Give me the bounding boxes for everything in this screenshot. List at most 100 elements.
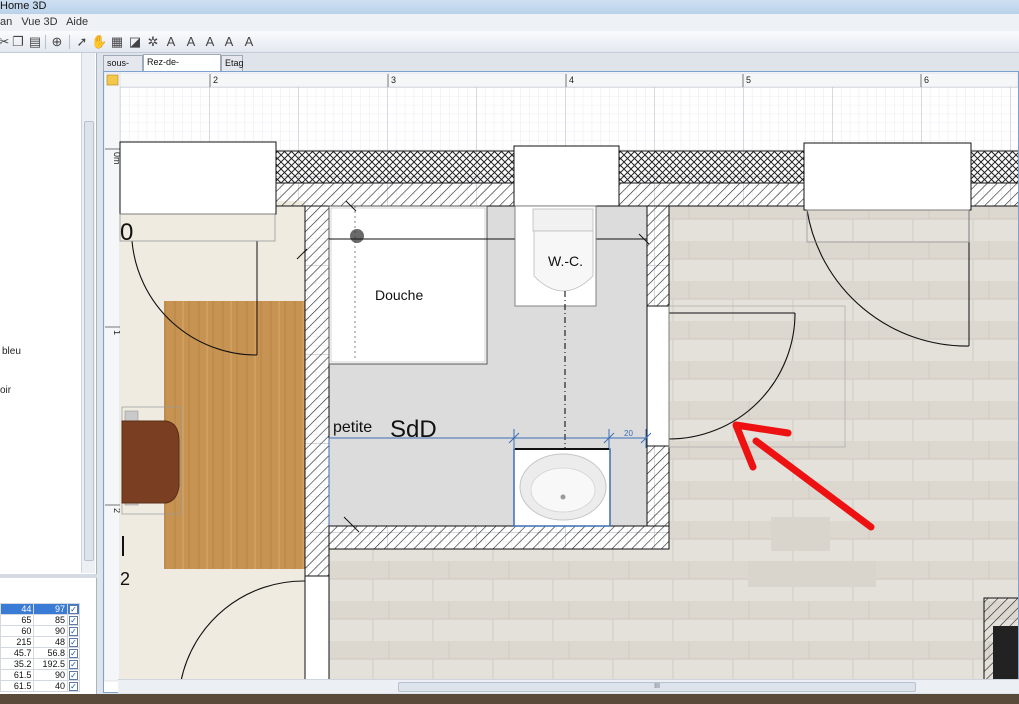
wall-bathroom-right-top bbox=[646, 205, 670, 307]
create-polylines-icon[interactable]: ✲ bbox=[145, 34, 161, 50]
italic-icon[interactable]: A bbox=[241, 34, 257, 50]
visible-cell: ✓ bbox=[67, 669, 80, 681]
room-bottom-floor bbox=[329, 549, 669, 681]
table-row[interactable]: 61.5 90 ✓ bbox=[0, 669, 80, 681]
window-title: Home 3D bbox=[0, 0, 47, 12]
furniture-light-2 bbox=[748, 561, 876, 587]
panel-splitter[interactable] bbox=[0, 574, 97, 578]
table-row[interactable]: 60 90 ✓ bbox=[0, 625, 80, 637]
label-wc: W.-C. bbox=[548, 253, 583, 269]
visible-checkbox[interactable]: ✓ bbox=[69, 660, 79, 669]
visible-checkbox[interactable]: ✓ bbox=[69, 638, 79, 647]
cell-width: 61.5 bbox=[0, 680, 35, 692]
catalog-item-fragment[interactable]: bleu bbox=[2, 346, 21, 357]
visible-cell: ✓ bbox=[67, 647, 80, 659]
ruler-top-label: 6 bbox=[924, 75, 929, 85]
label-douche: Douche bbox=[375, 287, 423, 303]
shower bbox=[328, 205, 488, 365]
menu-item-plan[interactable]: an bbox=[0, 16, 12, 28]
visible-cell: ✓ bbox=[67, 680, 80, 692]
menu-item-help[interactable]: Aide bbox=[66, 16, 88, 28]
visible-cell: ✓ bbox=[67, 603, 80, 615]
menu-item-view-3d[interactable]: Vue 3D bbox=[21, 16, 57, 28]
ruler-top-label: 3 bbox=[391, 75, 396, 85]
doorway-left bbox=[304, 575, 330, 682]
label-left-two: 2 bbox=[120, 569, 130, 589]
increase-text-icon[interactable]: A bbox=[202, 34, 218, 50]
table-row[interactable]: 45.7 56.8 ✓ bbox=[0, 647, 80, 659]
visible-checkbox[interactable]: ✓ bbox=[69, 671, 79, 680]
tab-etage[interactable]: Etag bbox=[221, 55, 244, 71]
cell-width: 35.2 bbox=[0, 658, 35, 670]
toolbar: ✂ ❐ ▤ ⊕ ➚ ✋ ▦ ◪ ✲ A A A A A bbox=[0, 31, 1019, 53]
cell-depth: 90 bbox=[33, 625, 69, 637]
plan-horizontal-scrollbar[interactable]: III bbox=[118, 679, 1019, 693]
cell-width: 65 bbox=[0, 614, 35, 626]
cell-width: 215 bbox=[0, 636, 35, 648]
copy-icon[interactable]: ❐ bbox=[10, 34, 26, 50]
furniture-list-table: 44 97 ✓ 65 85 ✓ 60 90 ✓ 215 48 ✓ 45.7 56.8 ✓ 35.2 192.5 ✓… bbox=[0, 603, 80, 692]
tab-sous-sol[interactable]: sous-sol bbox=[103, 55, 143, 83]
visible-checkbox[interactable]: ✓ bbox=[69, 616, 79, 625]
create-rooms-icon[interactable]: ◪ bbox=[127, 34, 143, 50]
table-row[interactable]: 65 85 ✓ bbox=[0, 614, 80, 626]
cell-depth: 56.8 bbox=[33, 647, 69, 659]
pan-icon[interactable]: ✋ bbox=[91, 34, 107, 50]
toolbar-separator bbox=[45, 35, 46, 49]
visible-cell: ✓ bbox=[67, 658, 80, 670]
cell-width: 44 bbox=[0, 603, 35, 615]
create-dimensions-icon[interactable]: A bbox=[163, 34, 179, 50]
visible-cell: ✓ bbox=[67, 636, 80, 648]
visible-cell: ✓ bbox=[67, 614, 80, 626]
cell-width: 60 bbox=[0, 625, 35, 637]
table-row[interactable]: 215 48 ✓ bbox=[0, 636, 80, 648]
furniture-light-1 bbox=[771, 517, 830, 551]
label-room-small: petite bbox=[333, 419, 372, 436]
cell-width: 61.5 bbox=[0, 669, 35, 681]
cell-depth: 48 bbox=[33, 636, 69, 648]
wall-bathroom-right-bottom bbox=[646, 445, 670, 527]
visible-cell: ✓ bbox=[67, 625, 80, 637]
visible-checkbox[interactable]: ✓ bbox=[69, 649, 79, 658]
table-row[interactable]: 61.5 40 ✓ bbox=[0, 680, 80, 692]
cell-depth: 192.5 bbox=[33, 658, 69, 670]
window-left bbox=[119, 141, 277, 215]
label-room-big: SdD bbox=[390, 416, 437, 443]
shower-drain bbox=[350, 229, 364, 243]
armchair bbox=[121, 420, 180, 504]
select-icon[interactable]: ➚ bbox=[74, 34, 90, 50]
table-row[interactable]: 35.2 192.5 ✓ bbox=[0, 658, 80, 670]
plan-canvas[interactable]: 23456 0m12 20 Douche W.-C. petite SdD 0 … bbox=[103, 72, 1019, 692]
level-folder-icon bbox=[106, 74, 119, 86]
decrease-text-icon[interactable]: A bbox=[221, 34, 237, 50]
ruler-top bbox=[103, 72, 1019, 88]
table-row[interactable]: 44 97 ✓ bbox=[0, 603, 80, 615]
appliance-dark bbox=[993, 626, 1019, 681]
bottom-strip bbox=[0, 694, 1019, 704]
cell-depth: 90 bbox=[33, 669, 69, 681]
pane-divider[interactable] bbox=[97, 53, 102, 704]
visible-checkbox[interactable]: ✓ bbox=[69, 627, 79, 636]
sweet-home-3d-window: Home 3D an Vue 3D Aide ✂ ❐ ▤ ⊕ ➚ ✋ ▦ ◪ ✲… bbox=[0, 0, 1019, 704]
title-bar: Home 3D bbox=[0, 0, 1019, 14]
plan-scrollbar-thumb[interactable]: III bbox=[398, 682, 916, 692]
visible-checkbox[interactable]: ✓ bbox=[69, 682, 79, 691]
catalog-scrollbar[interactable] bbox=[81, 53, 95, 573]
toilet-tank bbox=[532, 208, 594, 232]
ruler-top-label: 4 bbox=[569, 75, 574, 85]
toolbar-separator bbox=[69, 35, 70, 49]
add-text-icon[interactable]: A bbox=[183, 34, 199, 50]
add-furniture-icon[interactable]: ⊕ bbox=[49, 34, 65, 50]
cell-depth: 40 bbox=[33, 680, 69, 692]
catalog-scrollbar-thumb[interactable] bbox=[84, 121, 94, 561]
catalog-item-fragment[interactable]: oir bbox=[0, 385, 11, 396]
doorway-bathroom bbox=[646, 305, 670, 447]
plan-view[interactable]: 23456 0m 1 2 20 Douche W.-C. petite SdD … bbox=[103, 71, 1019, 693]
oak-floor-area bbox=[164, 301, 305, 569]
tab-rez-de-chaussee[interactable]: Rez-de-chaussée bbox=[143, 54, 221, 82]
create-walls-icon[interactable]: ▦ bbox=[109, 34, 125, 50]
paste-icon[interactable]: ▤ bbox=[27, 34, 43, 50]
label-left-zero: 0 bbox=[120, 219, 133, 246]
wall-bathroom-bottom bbox=[328, 525, 670, 550]
visible-checkbox[interactable]: ✓ bbox=[69, 605, 79, 614]
